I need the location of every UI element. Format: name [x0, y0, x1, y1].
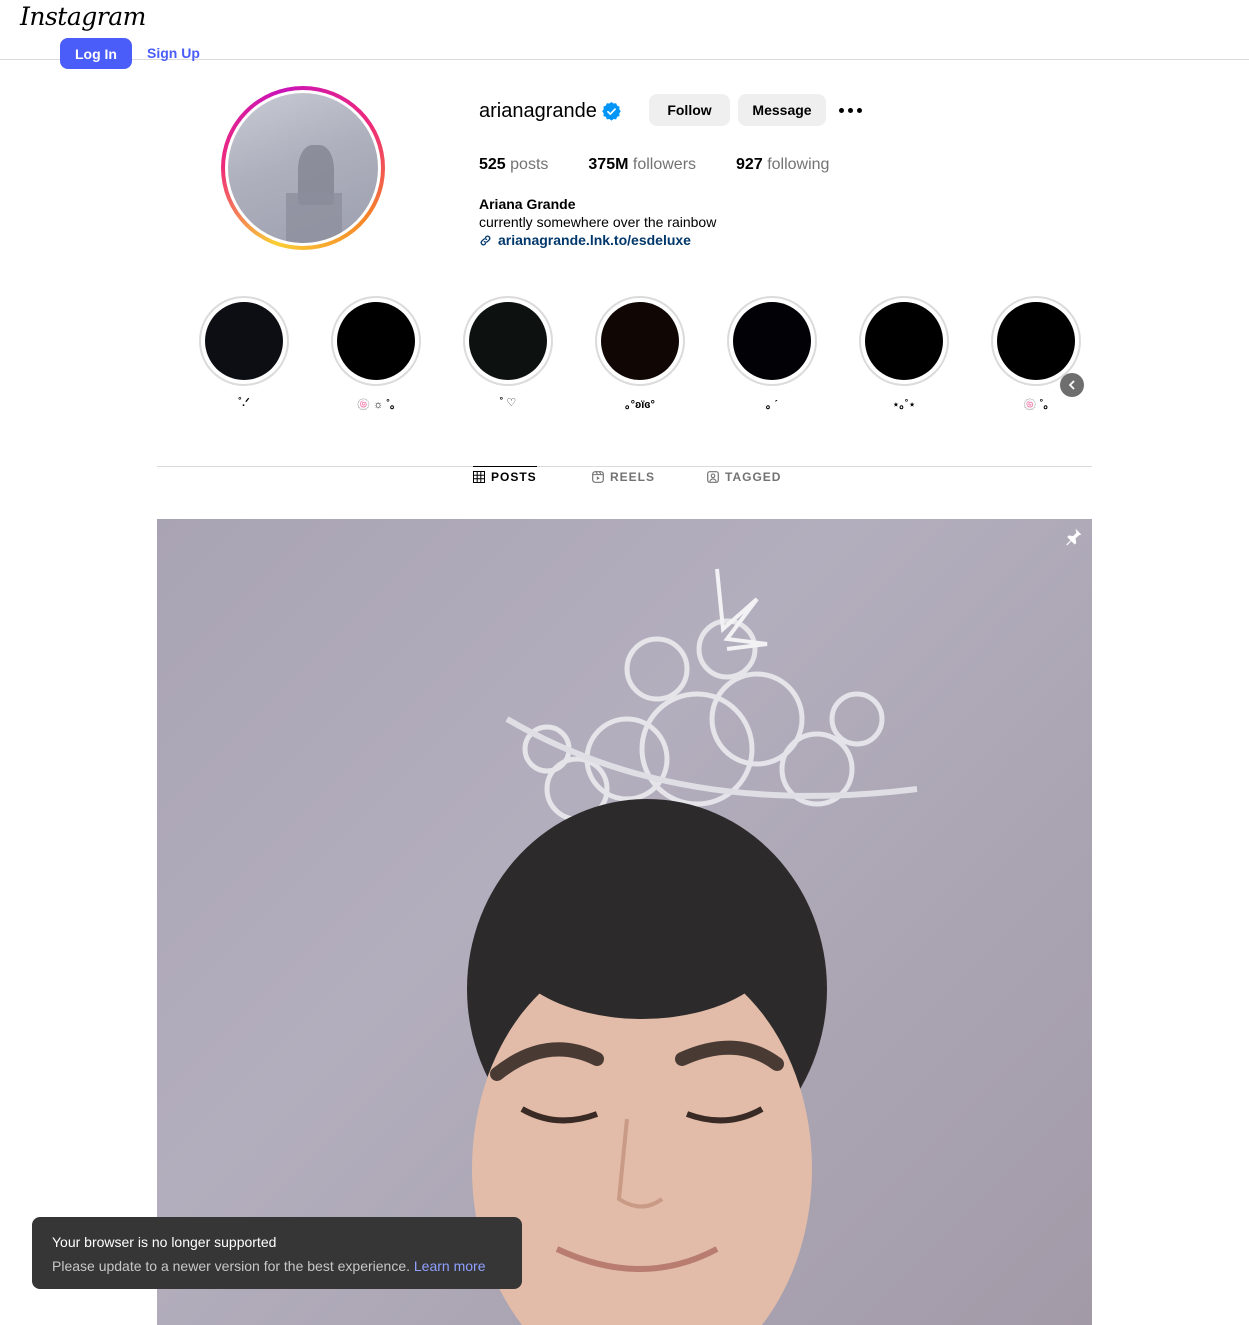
tab-tagged-label: TAGGED — [725, 470, 782, 484]
avatar-image — [228, 93, 378, 243]
following-stat[interactable]: 927 following — [736, 156, 829, 174]
highlight-cover — [997, 302, 1075, 380]
tab-reels[interactable]: REELS — [592, 467, 655, 487]
highlights-prev-button[interactable] — [1060, 373, 1084, 397]
highlight-cover — [733, 302, 811, 380]
profile-bio: currently somewhere over the rainbow — [479, 214, 717, 230]
link-icon — [480, 235, 491, 245]
highlight-cover — [469, 302, 547, 380]
followers-stat[interactable]: 375M followers — [588, 156, 696, 174]
post-image — [467, 568, 918, 1325]
highlight-cover — [205, 302, 283, 380]
bio-link[interactable]: arianagrande.lnk.to/esdeluxe — [479, 232, 691, 248]
tab-tagged[interactable]: TAGGED — [707, 467, 781, 487]
toast-title: Your browser is no longer supported — [52, 1234, 277, 1250]
instagram-logo[interactable]: Instagram — [20, 2, 146, 31]
highlight-item[interactable]: ⋆｡˚⋆ — [859, 296, 949, 411]
highlight-item[interactable]: ｡ ˊ — [727, 296, 817, 411]
profile-full-name: Ariana Grande — [479, 196, 576, 212]
highlight-label: ｡°ʚïɞ° — [625, 399, 655, 411]
highlight-label: ⋆｡˚⋆ — [892, 399, 916, 411]
chevron-left-icon — [1069, 380, 1075, 390]
profile-stats: 525 posts 375M followers 927 following — [479, 156, 869, 174]
post-thumbnail[interactable] — [157, 519, 1092, 1325]
learn-more-link[interactable]: Learn more — [414, 1258, 486, 1274]
highlight-label: ˚ ♡ — [499, 397, 517, 409]
highlight-cover — [601, 302, 679, 380]
more-options-icon[interactable] — [836, 100, 864, 120]
highlight-item[interactable]: ｡°ʚïɞ° — [595, 296, 685, 411]
tab-posts-label: POSTS — [491, 469, 537, 484]
tagged-icon — [707, 471, 719, 483]
highlight-label: 🍥 ☼ ˚｡ — [356, 399, 396, 411]
login-button[interactable]: Log In — [60, 38, 132, 69]
verified-badge-icon — [602, 102, 621, 121]
highlight-label: ｡ ˊ — [765, 399, 779, 411]
posts-stat: 525 posts — [479, 156, 549, 173]
grid-icon — [473, 470, 485, 483]
tab-posts[interactable]: POSTS — [473, 466, 537, 486]
message-button[interactable]: Message — [738, 94, 826, 126]
profile-username: arianagrande — [479, 100, 597, 122]
tab-reels-label: REELS — [610, 470, 656, 484]
signup-link[interactable]: Sign Up — [147, 45, 200, 61]
highlight-item[interactable]: ˚ ♡ — [463, 296, 553, 410]
follow-button[interactable]: Follow — [649, 94, 730, 126]
highlight-item[interactable]: ˚.ᐟ — [199, 296, 289, 410]
reels-icon — [592, 471, 604, 483]
highlight-cover — [337, 302, 415, 380]
profile-avatar[interactable] — [221, 86, 385, 250]
top-bar: Instagram Log In Sign Up — [0, 0, 1249, 69]
highlight-label: 🍥 ˚｡ — [1023, 399, 1049, 411]
pin-icon — [1066, 528, 1082, 546]
highlight-label: ˚.ᐟ — [238, 397, 250, 409]
highlight-cover — [865, 302, 943, 380]
toast-message: Please update to a newer version for the… — [52, 1258, 486, 1274]
highlight-item[interactable]: 🍥 ☼ ˚｡ — [331, 296, 421, 411]
bio-link-text: arianagrande.lnk.to/esdeluxe — [498, 232, 691, 248]
browser-unsupported-toast: Your browser is no longer supported Plea… — [32, 1217, 522, 1289]
